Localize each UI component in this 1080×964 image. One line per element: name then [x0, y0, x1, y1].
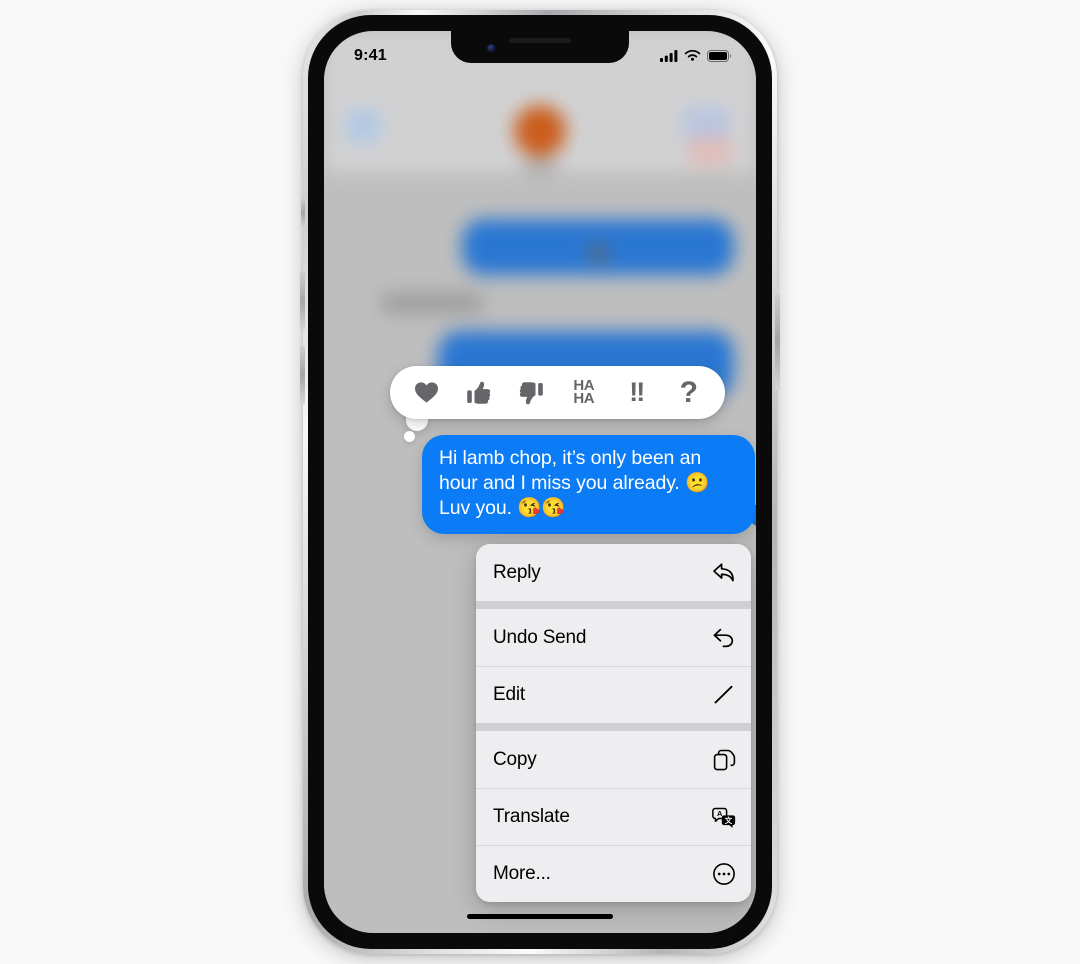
menu-group-edit-actions: Undo Send Edit [476, 609, 751, 723]
tapback-heart-button[interactable] [406, 373, 446, 413]
question-icon: ? [679, 375, 698, 409]
focused-message-bubble[interactable]: Hi lamb chop, it’s only been an hour and… [422, 435, 755, 534]
tapback-tail-small [404, 431, 415, 442]
menu-item-undo-send[interactable]: Undo Send [476, 609, 751, 666]
undo-arrow-icon [711, 625, 737, 651]
menu-item-translate[interactable]: Translate A 文 [476, 788, 751, 845]
home-indicator[interactable] [467, 914, 613, 919]
menu-item-more[interactable]: More... [476, 845, 751, 902]
message-context-menu[interactable]: Reply Undo Send Edit Copy Translate A 文 … [476, 544, 751, 902]
heart-icon [414, 382, 438, 403]
speaker-grille [509, 38, 571, 43]
status-bar-time: 9:41 [354, 47, 387, 64]
menu-item-copy[interactable]: Copy [476, 731, 751, 788]
pencil-icon [711, 682, 737, 708]
tapback-exclamation-button[interactable]: !! [616, 373, 656, 413]
cellular-signal-icon [660, 50, 678, 62]
menu-item-more-label: More... [493, 863, 551, 884]
tapback-reaction-bar[interactable]: HA HA !! ? [390, 366, 725, 419]
notch [451, 31, 629, 63]
mute-switch-button[interactable] [301, 198, 305, 228]
translate-bubbles-icon: A 文 [711, 804, 737, 830]
tapback-thumbs-down-button[interactable] [511, 373, 551, 413]
wifi-icon [684, 50, 701, 61]
battery-icon [707, 50, 732, 62]
phone-bezel: 9:41 HA HA !! ? Hi lamb chop, it’s only … [308, 15, 772, 949]
phone-screen: 9:41 HA HA !! ? Hi lamb chop, it’s only … [324, 31, 756, 933]
ellipsis-circle-icon [711, 861, 737, 887]
menu-item-undo-send-label: Undo Send [493, 626, 587, 648]
tapback-thumbs-up-button[interactable] [459, 373, 499, 413]
tapback-question-button[interactable]: ? [669, 373, 709, 413]
menu-group-reply: Reply [476, 544, 751, 601]
haha-icon: HA HA [573, 376, 595, 407]
phone-device-frame: 9:41 HA HA !! ? Hi lamb chop, it’s only … [300, 10, 780, 954]
power-button[interactable] [775, 294, 780, 390]
copy-duplicate-icon [711, 747, 737, 773]
menu-item-edit-label: Edit [493, 684, 525, 705]
menu-item-reply[interactable]: Reply [476, 544, 751, 601]
thumbs-down-icon [520, 381, 544, 404]
volume-up-button[interactable] [300, 272, 305, 330]
menu-item-reply-label: Reply [493, 561, 541, 583]
thumbs-up-icon [466, 381, 490, 404]
volume-down-button[interactable] [300, 346, 305, 404]
front-camera-icon [487, 44, 496, 53]
menu-item-translate-label: Translate [493, 806, 570, 827]
reply-arrow-icon [711, 560, 737, 586]
menu-group-share-actions: Copy Translate A 文 More... [476, 731, 751, 902]
status-bar-icons [660, 50, 732, 62]
exclamation-icon: !! [629, 377, 645, 408]
tapback-haha-button[interactable]: HA HA [564, 373, 604, 413]
menu-item-edit[interactable]: Edit [476, 666, 751, 723]
svg-text:文: 文 [725, 815, 733, 825]
menu-item-copy-label: Copy [493, 748, 537, 770]
